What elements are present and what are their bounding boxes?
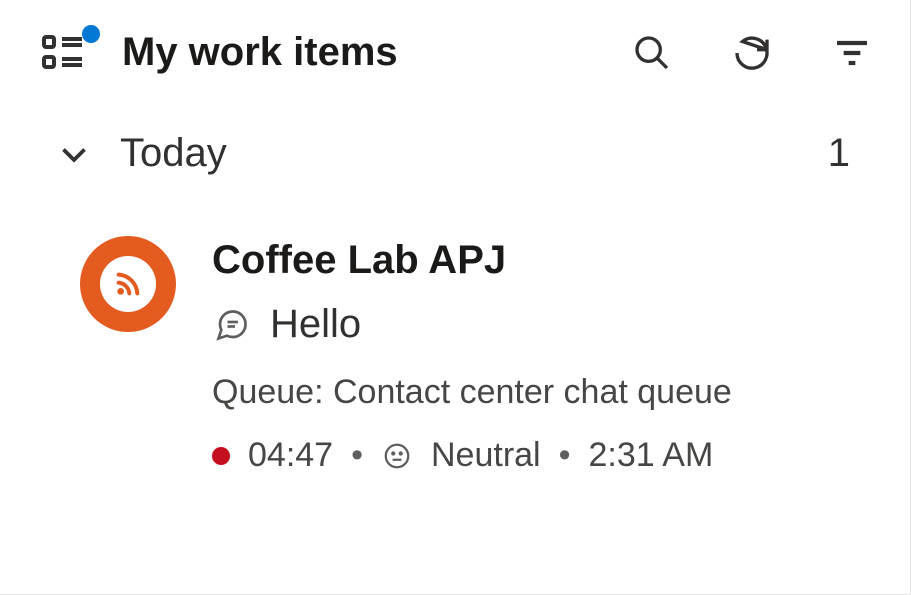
work-item-message-row: Hello [212,302,874,347]
work-item-meta: 04:47 • Neutral • 2:31 AM [212,436,874,475]
work-item-name: Coffee Lab APJ [212,236,874,284]
sentiment-neutral-icon [381,440,413,472]
message-icon [212,305,252,345]
avatar [80,236,176,332]
work-item-queue: Queue: Contact center chat queue [212,373,874,412]
header-actions [630,31,874,75]
work-item-duration: 04:47 [248,436,333,475]
notification-dot [82,25,100,43]
search-icon[interactable] [630,31,674,75]
work-item-message: Hello [270,302,361,347]
section-header-today[interactable]: Today 1 [0,99,910,200]
chat-channel-icon [100,256,156,312]
work-items-list-icon [42,33,98,73]
chevron-down-icon [56,136,92,172]
work-item[interactable]: Coffee Lab APJ Hello Queue: Contact cent… [0,200,910,499]
panel-header: My work items [0,0,910,99]
refresh-icon[interactable] [730,31,774,75]
filter-icon[interactable] [830,31,874,75]
separator: • [351,436,363,475]
work-item-content: Coffee Lab APJ Hello Queue: Contact cent… [212,236,874,475]
separator: • [559,436,571,475]
section-count: 1 [828,131,850,176]
work-item-sentiment: Neutral [431,436,541,475]
status-dot-icon [212,447,230,465]
panel-title: My work items [122,30,606,75]
work-item-time: 2:31 AM [589,436,714,475]
section-title: Today [120,131,828,176]
